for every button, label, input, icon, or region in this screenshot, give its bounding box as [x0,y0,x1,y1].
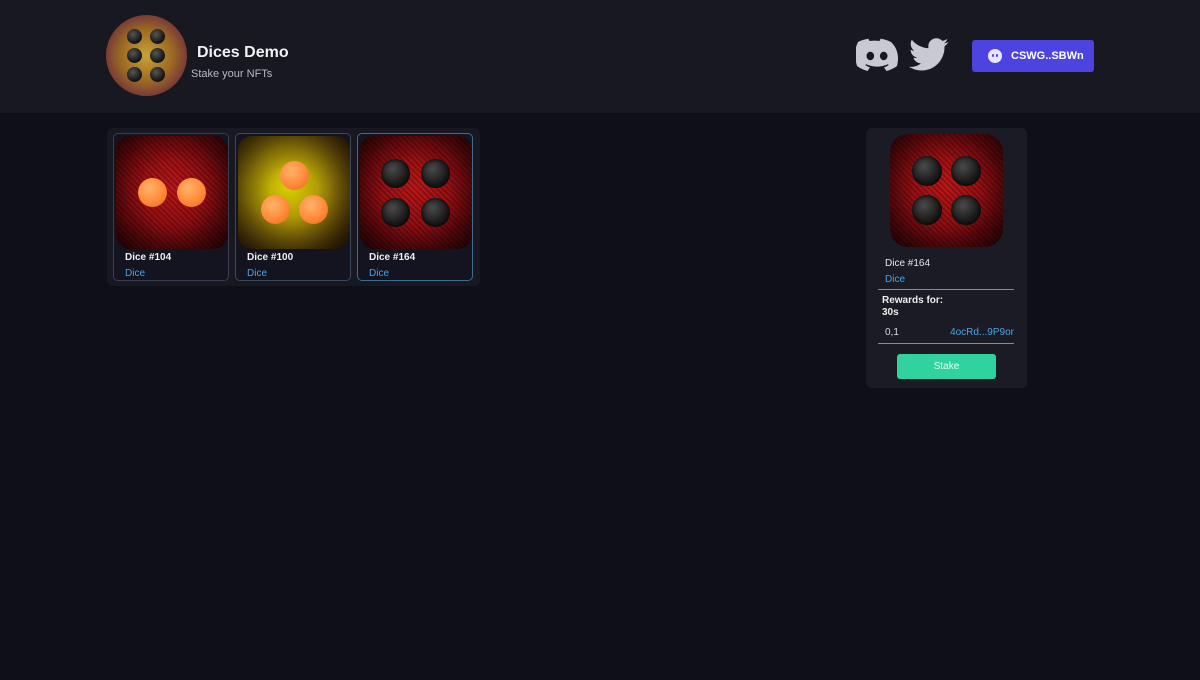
stake-panel: Dice #164 Dice Rewards for: 30s 0,1 4ocR… [866,128,1027,388]
reward-address-link[interactable]: 4ocRd...9P9or [950,327,1014,338]
app-title: Dices Demo [197,44,289,61]
divider [878,289,1014,290]
selected-nft-collection[interactable]: Dice [885,274,905,285]
rewards-label: Rewards for: 30s [882,295,944,318]
nft-image [360,136,472,249]
divider [878,343,1014,344]
wallet-button[interactable]: CSWG..SBWn [972,40,1094,72]
nft-name: Dice #104 [125,252,172,263]
nft-collection[interactable]: Dice [247,268,267,279]
nft-image [238,136,350,249]
app-subtitle: Stake your NFTs [191,68,273,80]
ghost-wallet-icon [988,49,1002,63]
nft-name: Dice #100 [247,252,294,263]
nft-card[interactable]: Dice #100 Dice [235,133,351,281]
nft-collection[interactable]: Dice [125,268,145,279]
dice-logo-icon[interactable] [106,15,187,96]
discord-icon[interactable] [855,38,899,77]
twitter-icon[interactable] [909,38,949,77]
nft-card[interactable]: Dice #104 Dice [113,133,229,281]
nft-name: Dice #164 [369,252,416,263]
selected-nft-image [890,134,1003,247]
wallet-address: CSWG..SBWn [1011,50,1084,62]
app-header: Dices Demo Stake your NFTs CSWG..SBWn [0,0,1200,113]
reward-value: 0,1 [885,327,899,338]
nft-card-selected[interactable]: Dice #164 Dice [357,133,473,281]
nft-image [116,136,228,249]
selected-nft-name: Dice #164 [885,258,931,269]
stake-button[interactable]: Stake [897,354,996,379]
nft-grid: Dice #104 Dice Dice #100 Dice Dice #164 … [107,128,480,286]
nft-collection[interactable]: Dice [369,268,389,279]
